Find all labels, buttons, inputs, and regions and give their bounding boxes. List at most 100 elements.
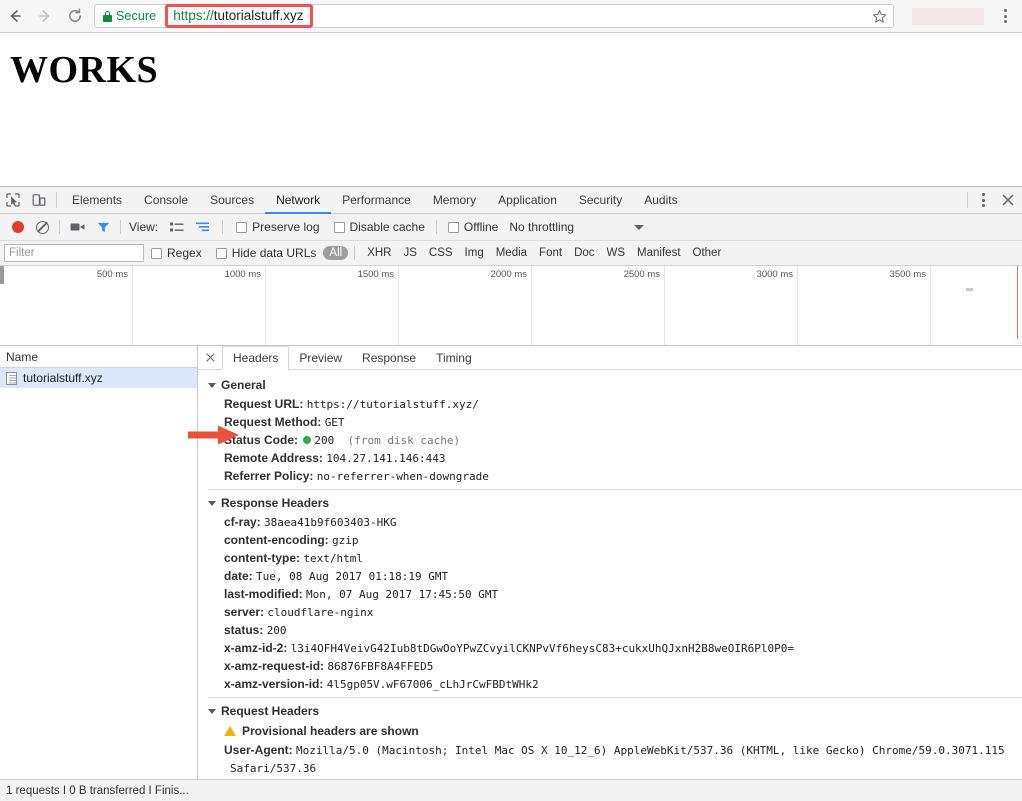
page-viewport: WORKS: [0, 34, 1022, 186]
header-key: x-amz-version-id:: [224, 676, 324, 691]
status-ok-icon: [303, 435, 312, 444]
back-button[interactable]: [0, 1, 30, 31]
header-key: Request URL:: [224, 396, 304, 411]
capture-screenshots-button[interactable]: [64, 214, 91, 241]
regex-checkbox[interactable]: Regex: [144, 246, 209, 260]
disable-cache-label: Disable cache: [349, 220, 425, 234]
tab-console[interactable]: Console: [133, 188, 199, 214]
filter-type-doc[interactable]: Doc: [568, 246, 600, 260]
devtools-tabbar: Elements Console Sources Network Perform…: [0, 187, 1022, 214]
timeline-tick: 2500 ms: [532, 266, 665, 345]
filter-type-img[interactable]: Img: [459, 246, 490, 260]
devtools-close-button[interactable]: [994, 187, 1022, 213]
header-row: content-encoding: gzip: [206, 531, 1022, 549]
provisional-headers-warning: Provisional headers are shown: [206, 721, 1022, 741]
header-value-cont: Safari/537.36: [230, 762, 317, 775]
filter-toggle-button[interactable]: [91, 214, 116, 241]
tab-performance[interactable]: Performance: [331, 188, 422, 214]
tab-memory[interactable]: Memory: [422, 188, 487, 214]
view-waterfall-button[interactable]: [190, 214, 216, 241]
omnibox[interactable]: Secure https://tutorialstuff.xyz: [94, 4, 894, 28]
annotation-arrow: [188, 425, 239, 445]
header-value: Mon, 07 Aug 2017 17:45:50 GMT: [306, 587, 499, 601]
device-toolbar-button[interactable]: [26, 187, 52, 213]
filter-type-js[interactable]: JS: [397, 246, 422, 260]
header-row-user-agent-cont: Safari/537.36: [206, 759, 1022, 777]
header-value: 104.27.141.146:443: [326, 451, 446, 465]
divider: [354, 246, 356, 260]
filter-type-font[interactable]: Font: [533, 246, 568, 260]
detail-tab-headers[interactable]: Headers: [222, 346, 290, 370]
filter-type-css[interactable]: CSS: [423, 246, 459, 260]
header-value: cloudflare-nginx: [267, 605, 374, 619]
network-overview-timeline[interactable]: 500 ms 1000 ms 1500 ms 2000 ms 2500 ms 3…: [0, 266, 1022, 346]
header-value: 4l5gp05V.wF67006_cLhJrCwFBDtWHk2: [326, 677, 539, 691]
redacted-extension-area: [912, 7, 984, 25]
detail-tab-response[interactable]: Response: [352, 346, 426, 369]
forward-button[interactable]: [30, 1, 60, 31]
tab-label: Timing: [436, 350, 472, 365]
tab-sources[interactable]: Sources: [199, 188, 265, 214]
detail-tab-timing[interactable]: Timing: [426, 346, 482, 369]
detail-tab-preview[interactable]: Preview: [289, 346, 352, 369]
inspect-element-button[interactable]: [0, 187, 26, 213]
header-row: x-amz-version-id: 4l5gp05V.wF67006_cLhJr…: [206, 675, 1022, 693]
header-value: no-referrer-when-downgrade: [316, 469, 489, 483]
throttling-value[interactable]: No throttling: [505, 220, 574, 234]
throttling-dropdown-button[interactable]: [634, 224, 645, 230]
filter-type-manifest[interactable]: Manifest: [631, 246, 686, 260]
header-value: 38aea41b9f603403-HKG: [264, 515, 397, 529]
disable-cache-checkbox[interactable]: Disable cache: [327, 220, 432, 234]
section-title[interactable]: General: [206, 376, 1022, 395]
checkbox-box: [333, 221, 345, 233]
filter-input[interactable]: Filter: [4, 244, 144, 262]
bookmark-button[interactable]: [865, 4, 893, 28]
document-icon: [6, 371, 17, 385]
detail-close-button[interactable]: [198, 346, 222, 369]
tab-elements[interactable]: Elements: [61, 188, 133, 214]
column-header-name[interactable]: Name: [0, 346, 197, 368]
status-note: (from disk cache): [347, 433, 461, 447]
chevron-down-icon: [208, 708, 216, 714]
offline-label: Offline: [463, 220, 499, 234]
view-list-button[interactable]: [164, 214, 190, 241]
clear-button[interactable]: [30, 214, 55, 241]
filter-type-media[interactable]: Media: [490, 246, 533, 260]
camera-icon: [70, 223, 85, 231]
header-key: x-amz-request-id:: [224, 658, 325, 673]
hide-data-urls-checkbox[interactable]: Hide data URLs: [209, 246, 324, 260]
chrome-menu-button[interactable]: [994, 4, 1016, 28]
offline-checkbox[interactable]: Offline: [441, 220, 505, 234]
security-indicator[interactable]: Secure: [95, 9, 156, 23]
tick-label: 2000 ms: [490, 269, 527, 280]
divider: [120, 220, 121, 234]
filter-type-ws[interactable]: WS: [601, 246, 632, 260]
tab-security[interactable]: Security: [568, 188, 633, 214]
tab-network[interactable]: Network: [265, 188, 332, 214]
tab-label: Console: [144, 193, 189, 207]
filter-type-other[interactable]: Other: [687, 246, 728, 260]
header-value: GET: [324, 415, 345, 429]
table-row[interactable]: tutorialstuff.xyz: [0, 368, 197, 388]
filter-type-all[interactable]: All: [323, 246, 349, 260]
chevron-down-icon: [634, 224, 645, 230]
reload-button[interactable]: [60, 1, 90, 31]
headers-pane: General Request URL: https://tutorialstu…: [198, 370, 1022, 779]
screenshot-root: Secure https://tutorialstuff.xyz WORKS E…: [0, 0, 1022, 801]
section-title-label: Request Headers: [221, 704, 320, 718]
preserve-log-checkbox[interactable]: Preserve log: [229, 220, 326, 234]
devtools-more-button[interactable]: [972, 187, 994, 213]
tab-audits[interactable]: Audits: [633, 188, 688, 214]
tab-label: Elements: [72, 193, 123, 207]
divider: [59, 220, 60, 234]
header-row: x-amz-id-2: l3i4OFH4VeivG42Iub8tDGwOoYPw…: [206, 639, 1022, 657]
section-title[interactable]: Response Headers: [206, 494, 1022, 513]
section-title[interactable]: Request Headers: [206, 702, 1022, 721]
tab-application[interactable]: Application: [487, 188, 568, 214]
filter-type-xhr[interactable]: XHR: [361, 246, 397, 260]
close-icon: [205, 353, 215, 362]
page-heading: WORKS: [10, 49, 159, 91]
record-button[interactable]: [6, 214, 30, 241]
overview-request-marker: [966, 288, 973, 291]
requests-list-empty-area: [0, 388, 197, 779]
